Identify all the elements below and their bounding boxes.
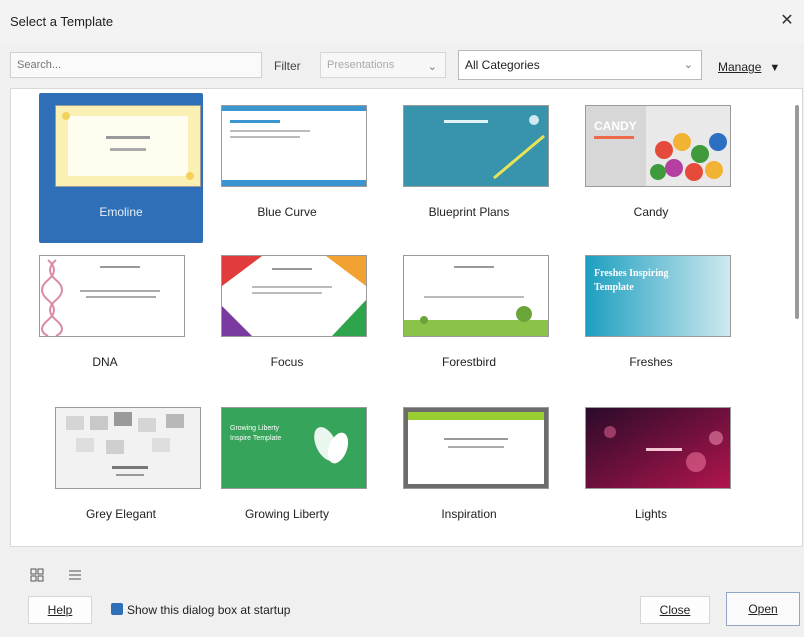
filter-label: Filter: [274, 59, 301, 73]
dialog-footer: Help Show this dialog box at startup Clo…: [0, 548, 804, 637]
template-label: Lights: [634, 507, 668, 521]
template-tile-grey-elegant[interactable]: Grey Elegant: [39, 395, 203, 545]
freshes-thumb-line2: Template: [594, 282, 634, 293]
open-button[interactable]: Open: [726, 592, 800, 626]
template-tile-inspiration[interactable]: Inspiration: [387, 395, 551, 545]
template-thumbnail: [585, 407, 731, 489]
template-label: Grey Elegant: [85, 507, 157, 521]
template-tile-candy[interactable]: CANDY Candy: [569, 93, 733, 243]
template-label: DNA: [92, 355, 118, 369]
vertical-scrollbar[interactable]: [795, 105, 799, 319]
template-label: Focus: [270, 355, 304, 369]
template-tile-focus[interactable]: Focus: [205, 243, 369, 393]
template-thumbnail: Growing Liberty Inspire Template: [221, 407, 367, 489]
close-icon[interactable]: ✕: [776, 10, 798, 32]
template-thumbnail: [403, 105, 549, 187]
chevron-down-icon: ⌄: [427, 61, 437, 73]
category-dropdown[interactable]: All Categories ⌄: [458, 50, 702, 80]
template-thumbnail: [221, 105, 367, 187]
template-thumbnail: [403, 407, 549, 489]
title-bar: Select a Template ✕: [0, 0, 804, 44]
template-tile-dna[interactable]: DNA: [23, 243, 187, 393]
close-button[interactable]: Close: [640, 596, 710, 624]
search-input[interactable]: [10, 52, 262, 78]
template-label: Candy: [633, 205, 669, 219]
manage-label: Manage: [718, 60, 762, 74]
template-tile-forestbird[interactable]: Forestbird: [387, 243, 551, 393]
template-label: Inspiration: [441, 507, 497, 521]
caret-down-icon: ▼: [769, 62, 781, 74]
show-at-startup-label[interactable]: Show this dialog box at startup: [127, 603, 290, 617]
template-label: Growing Liberty: [244, 507, 330, 521]
manage-button[interactable]: Manage ▼: [718, 60, 780, 74]
template-thumbnail: [221, 255, 367, 337]
template-tile-growing-liberty[interactable]: Growing Liberty Inspire Template Growing…: [205, 395, 369, 545]
list-view-icon[interactable]: [68, 568, 82, 582]
template-tile-emoline[interactable]: Emoline: [39, 93, 203, 243]
template-thumbnail: [55, 407, 201, 489]
filter-dropdown[interactable]: Presentations ⌄: [320, 52, 446, 78]
template-thumbnail: [55, 105, 201, 187]
template-tile-lights[interactable]: Lights: [569, 395, 733, 545]
template-label: Emoline: [99, 205, 143, 219]
template-label: Blueprint Plans: [428, 205, 510, 219]
template-thumbnail: [403, 255, 549, 337]
template-label: Freshes: [629, 355, 673, 369]
help-button[interactable]: Help: [28, 596, 92, 624]
chevron-down-icon: ⌄: [683, 59, 693, 71]
freshes-thumb-line1: Freshes Inspiring: [594, 268, 669, 279]
template-label: Blue Curve: [257, 205, 317, 219]
filter-value: Presentations: [327, 59, 395, 71]
show-at-startup-checkbox[interactable]: [111, 603, 123, 615]
grid-view-icon[interactable]: [30, 568, 44, 582]
growing-thumb-line1: Growing Liberty: [230, 425, 280, 432]
template-tile-blue-curve[interactable]: Blue Curve: [205, 93, 369, 243]
growing-thumb-line2: Inspire Template: [230, 435, 281, 442]
template-tile-blueprint-plans[interactable]: Blueprint Plans: [387, 93, 551, 243]
dialog-title: Select a Template: [10, 14, 114, 29]
template-grid[interactable]: Emoline Blue Curve Blueprint Plans CANDY…: [10, 88, 803, 547]
template-label: Forestbird: [441, 355, 497, 369]
candy-thumb-title: CANDY: [594, 119, 637, 133]
template-thumbnail: [39, 255, 185, 337]
toolbar: Filter Presentations ⌄ All Categories ⌄ …: [0, 48, 804, 84]
template-thumbnail: Freshes Inspiring Template: [585, 255, 731, 337]
category-value: All Categories: [465, 58, 540, 72]
template-tile-freshes[interactable]: Freshes Inspiring Template Freshes: [569, 243, 733, 393]
template-thumbnail: CANDY: [585, 105, 731, 187]
